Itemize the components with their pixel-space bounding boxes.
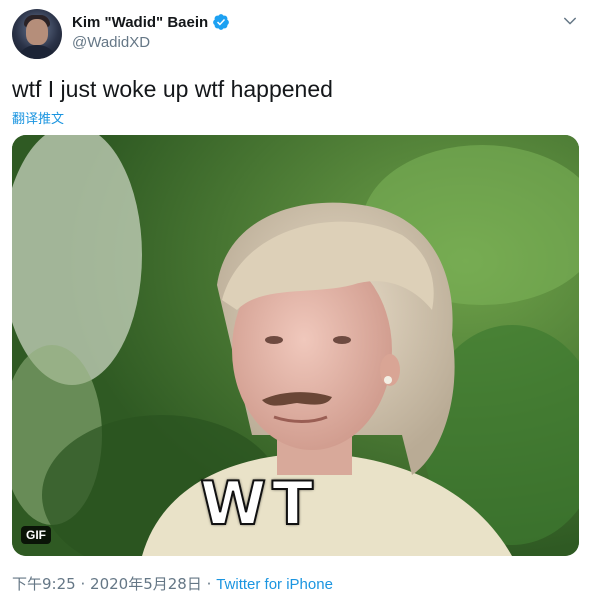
gif-badge: GIF [21, 526, 51, 544]
source-link[interactable]: Twitter for iPhone [216, 576, 333, 593]
tweet-meta: 下午9:25 · 2020年5月28日 · Twitter for iPhone [12, 573, 333, 594]
meta-separator: · [80, 575, 86, 593]
display-name[interactable]: Kim "Wadid" Baein [72, 14, 208, 31]
tweet-card: Kim "Wadid" Baein @WadidXD wtf I just wo… [0, 0, 591, 600]
handle[interactable]: @WadidXD [72, 34, 230, 51]
author-block: Kim "Wadid" Baein @WadidXD [72, 12, 230, 51]
translate-tweet-link[interactable]: 翻译推文 [12, 108, 64, 127]
tweet-text: wtf I just woke up wtf happened [12, 76, 333, 102]
display-name-row: Kim "Wadid" Baein [72, 12, 230, 32]
avatar[interactable] [12, 9, 62, 59]
tweet-time[interactable]: 下午9:25 [12, 575, 76, 593]
tweet-date[interactable]: 2020年5月28日 [90, 575, 202, 593]
gif-caption-overlay: WT [199, 469, 320, 539]
verified-badge-icon [212, 13, 230, 31]
chevron-down-icon[interactable] [561, 12, 579, 30]
meta-separator: · [206, 575, 212, 593]
